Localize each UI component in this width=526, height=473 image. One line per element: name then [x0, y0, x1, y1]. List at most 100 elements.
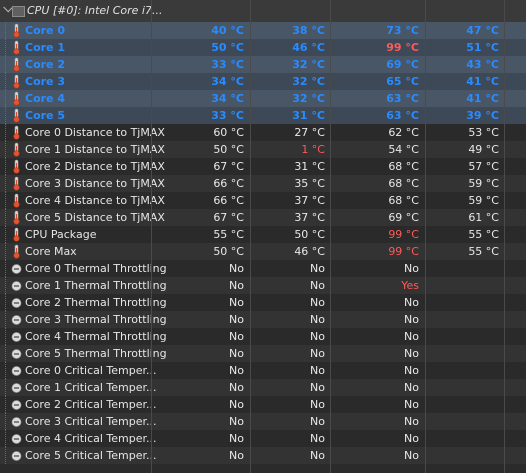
status-indicator-icon [11, 414, 22, 429]
tree-guide-line [5, 192, 7, 209]
minimum-value: No [310, 313, 325, 326]
sensor-name: Core 4 Distance to TjMAX [25, 194, 165, 207]
sensor-row[interactable]: Core 2 Thermal Throttling No No No [0, 294, 526, 311]
status-indicator-icon [11, 431, 22, 446]
maximum-value: 63 °C [386, 92, 419, 105]
current-value: 34 °C [211, 75, 244, 88]
average-value: 55 °C [468, 245, 499, 258]
average-value: 49 °C [468, 143, 499, 156]
sensor-row[interactable]: Core 5 33 °C 31 °C 63 °C 39 °C [0, 107, 526, 124]
sensor-row[interactable]: Core 3 34 °C 32 °C 65 °C 41 °C [0, 73, 526, 90]
minimum-value: No [310, 296, 325, 309]
minimum-value: No [310, 449, 325, 462]
sensor-row[interactable]: Core 4 Critical Temper... No No No [0, 430, 526, 447]
tree-guide-line [5, 226, 7, 243]
minimum-value: No [310, 398, 325, 411]
sensor-name: Core 2 Thermal Throttling [25, 296, 167, 309]
sensor-row[interactable]: Core 5 Critical Temper... No No No [0, 447, 526, 464]
maximum-value: 68 °C [388, 160, 419, 173]
tree-guide-line [5, 294, 7, 311]
average-value: 41 °C [466, 92, 499, 105]
current-value: No [229, 296, 244, 309]
maximum-value: No [404, 330, 419, 343]
minimum-value: 27 °C [294, 126, 325, 139]
tree-guide-line [5, 243, 7, 260]
sensor-row[interactable]: Core 1 50 °C 46 °C 99 °C 51 °C [0, 39, 526, 56]
sensor-row[interactable]: Core 2 33 °C 32 °C 69 °C 43 °C [0, 56, 526, 73]
sensor-name: Core 0 Thermal Throttling [25, 262, 167, 275]
current-value: No [229, 432, 244, 445]
average-value: 39 °C [466, 109, 499, 122]
sensor-row[interactable]: Core 3 Critical Temper... No No No [0, 413, 526, 430]
sensor-row[interactable]: Core 4 34 °C 32 °C 63 °C 41 °C [0, 90, 526, 107]
thermometer-icon [11, 210, 22, 225]
tree-guide-line [5, 311, 7, 328]
cpu-group-header[interactable]: CPU [#0]: Intel Core i7... [0, 0, 526, 23]
sensor-row[interactable]: Core 2 Distance to TjMAX 67 °C 31 °C 68 °C 5… [0, 158, 526, 175]
sensor-row[interactable]: Core 4 Thermal Throttling No No No [0, 328, 526, 345]
status-indicator-icon [11, 397, 22, 412]
sensor-row[interactable]: Core 0 Thermal Throttling No No No [0, 260, 526, 277]
sensor-row[interactable]: Core 3 Distance to TjMAX 66 °C 35 °C 68 °C 5… [0, 175, 526, 192]
sensor-row[interactable]: CPU Package 55 °C 50 °C 99 °C 55 °C [0, 226, 526, 243]
status-indicator-icon [11, 278, 22, 293]
maximum-value: No [404, 398, 419, 411]
minimum-value: 32 °C [292, 75, 325, 88]
cpu-group-title: CPU [#0]: Intel Core i7... [27, 4, 163, 17]
sensor-row[interactable]: Core 3 Thermal Throttling No No No [0, 311, 526, 328]
current-value: No [229, 347, 244, 360]
sensor-name: Core 3 [25, 75, 65, 88]
current-value: 50 °C [213, 245, 244, 258]
sensor-row[interactable]: Core 1 Distance to TjMAX 50 °C 1 °C 54 °C 49… [0, 141, 526, 158]
sensor-name: CPU Package [25, 228, 97, 241]
status-indicator-icon [11, 448, 22, 463]
maximum-value: No [404, 432, 419, 445]
minimum-value: No [310, 364, 325, 377]
thermometer-icon [11, 23, 22, 38]
status-indicator-icon [11, 312, 22, 327]
sensor-name: Core Max [25, 245, 77, 258]
thermometer-icon [11, 74, 22, 89]
thermometer-icon [11, 57, 22, 72]
thermometer-icon [11, 142, 22, 157]
current-value: 67 °C [213, 160, 244, 173]
sensor-row[interactable]: Core 1 Thermal Throttling No No Yes [0, 277, 526, 294]
sensor-row[interactable]: Core 4 Distance to TjMAX 66 °C 37 °C 68 °C 5… [0, 192, 526, 209]
current-value: No [229, 279, 244, 292]
status-indicator-icon [11, 363, 22, 378]
sensor-row[interactable]: Core 0 Critical Temper... No No No [0, 362, 526, 379]
tree-guide-line [5, 107, 7, 124]
current-value: No [229, 381, 244, 394]
sensor-name: Core 3 Thermal Throttling [25, 313, 167, 326]
sensor-row[interactable]: Core Max 50 °C 46 °C 99 °C 55 °C [0, 243, 526, 260]
current-value: No [229, 313, 244, 326]
sensor-name: Core 2 [25, 58, 65, 71]
minimum-value: No [310, 262, 325, 275]
sensor-row[interactable]: Core 0 Distance to TjMAX 60 °C 27 °C 62 °C 5… [0, 124, 526, 141]
status-indicator-icon [11, 380, 22, 395]
sensor-name: Core 2 Distance to TjMAX [25, 160, 165, 173]
maximum-value: 99 °C [386, 41, 419, 54]
tree-guide-line [5, 209, 7, 226]
thermometer-icon [11, 159, 22, 174]
sensor-name: Core 4 [25, 92, 65, 105]
sensor-name: Core 0 Distance to TjMAX [25, 126, 165, 139]
average-value: 59 °C [468, 194, 499, 207]
sensor-name: Core 5 Critical Temper... [25, 449, 157, 462]
maximum-value: No [404, 296, 419, 309]
sensor-row[interactable]: Core 0 40 °C 38 °C 73 °C 47 °C [0, 22, 526, 39]
average-value: 43 °C [466, 58, 499, 71]
sensor-name: Core 4 Critical Temper... [25, 432, 157, 445]
sensor-row[interactable]: Core 1 Critical Temper... No No No [0, 379, 526, 396]
sensor-row[interactable]: Core 2 Critical Temper... No No No [0, 396, 526, 413]
minimum-value: 46 °C [292, 41, 325, 54]
minimum-value: No [310, 279, 325, 292]
tree-guide-line [5, 260, 7, 277]
sensor-row[interactable]: Core 5 Distance to TjMAX 67 °C 37 °C 69 °C 6… [0, 209, 526, 226]
thermometer-icon [11, 176, 22, 191]
tree-guide-line [5, 413, 7, 430]
average-value: 59 °C [468, 177, 499, 190]
tree-guide-line [5, 447, 7, 464]
sensor-row[interactable]: Core 5 Thermal Throttling No No No [0, 345, 526, 362]
maximum-value: 62 °C [388, 126, 419, 139]
